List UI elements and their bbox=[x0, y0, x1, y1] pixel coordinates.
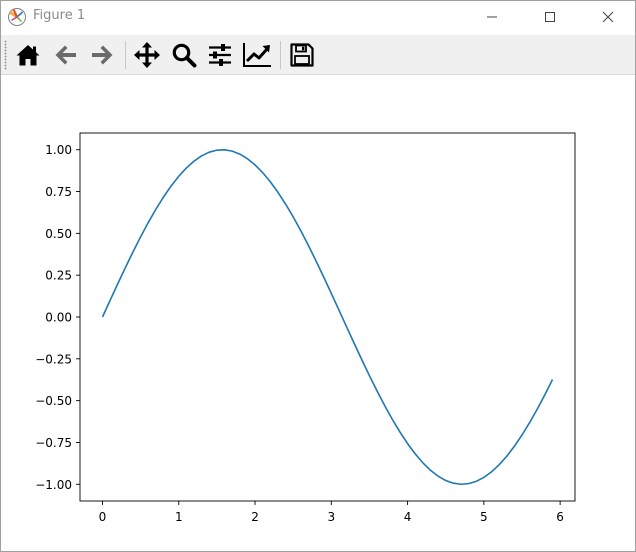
y-tick-label: 1.00 bbox=[45, 143, 72, 157]
figure-canvas[interactable]: −1.00 −0.75 −0.50 −0.25 0.00 0.25 0.50 0.75 1.00… bbox=[1, 75, 635, 551]
figure-window: Figure 1 −1.00 −0.75 −0.50 −0.25 0.00 0.… bbox=[0, 0, 636, 552]
matplotlib-logo-icon bbox=[8, 8, 26, 26]
save-button[interactable] bbox=[286, 39, 318, 71]
toolbar-separator bbox=[280, 41, 281, 69]
minimize-button[interactable] bbox=[469, 1, 515, 33]
configure-subplots-button[interactable] bbox=[204, 39, 236, 71]
move-arrows-icon bbox=[134, 42, 160, 68]
axes-background bbox=[80, 133, 575, 501]
home-button[interactable] bbox=[12, 39, 44, 71]
x-tick-label: 6 bbox=[556, 510, 564, 524]
magnifier-icon bbox=[172, 43, 197, 68]
title-bar[interactable]: Figure 1 bbox=[1, 1, 635, 33]
sliders-icon bbox=[209, 44, 231, 66]
y-tick-label: 0.25 bbox=[45, 269, 72, 283]
x-axis-ticks: 0 1 2 3 4 5 6 bbox=[99, 501, 564, 524]
x-tick-label: 0 bbox=[99, 510, 107, 524]
close-icon bbox=[602, 11, 614, 23]
y-tick-label: 0.75 bbox=[45, 185, 72, 199]
maximize-icon bbox=[545, 12, 555, 22]
maximize-button[interactable] bbox=[527, 1, 573, 33]
y-axis-ticks: −1.00 −0.75 −0.50 −0.25 0.00 0.25 0.50 0.75 1.00 bbox=[35, 143, 80, 492]
arrow-left-icon bbox=[55, 45, 76, 65]
line-chart[interactable]: −1.00 −0.75 −0.50 −0.25 0.00 0.25 0.50 0.75 1.00… bbox=[1, 75, 635, 551]
home-icon bbox=[16, 45, 40, 66]
window-title: Figure 1 bbox=[33, 8, 86, 23]
navigation-toolbar bbox=[1, 35, 635, 75]
edit-axes-button[interactable] bbox=[241, 39, 273, 71]
y-tick-label: 0.50 bbox=[45, 227, 72, 241]
minimize-icon bbox=[487, 16, 497, 18]
arrow-right-icon bbox=[92, 45, 113, 65]
y-tick-label: −0.25 bbox=[35, 352, 72, 366]
x-tick-label: 4 bbox=[404, 510, 412, 524]
back-button[interactable] bbox=[50, 39, 82, 71]
pan-button[interactable] bbox=[131, 39, 163, 71]
toolbar-grip[interactable] bbox=[4, 40, 7, 70]
toolbar-separator bbox=[125, 41, 126, 69]
y-tick-label: −0.50 bbox=[35, 394, 72, 408]
line-chart-icon bbox=[243, 43, 271, 67]
floppy-disk-icon bbox=[290, 43, 314, 67]
forward-button[interactable] bbox=[86, 39, 118, 71]
y-tick-label: −1.00 bbox=[35, 478, 72, 492]
x-tick-label: 3 bbox=[327, 510, 335, 524]
x-tick-label: 5 bbox=[480, 510, 488, 524]
y-tick-label: −0.75 bbox=[35, 436, 72, 450]
y-tick-label: 0.00 bbox=[45, 311, 72, 325]
zoom-button[interactable] bbox=[168, 39, 200, 71]
x-tick-label: 1 bbox=[175, 510, 183, 524]
x-tick-label: 2 bbox=[251, 510, 259, 524]
close-button[interactable] bbox=[585, 1, 631, 33]
